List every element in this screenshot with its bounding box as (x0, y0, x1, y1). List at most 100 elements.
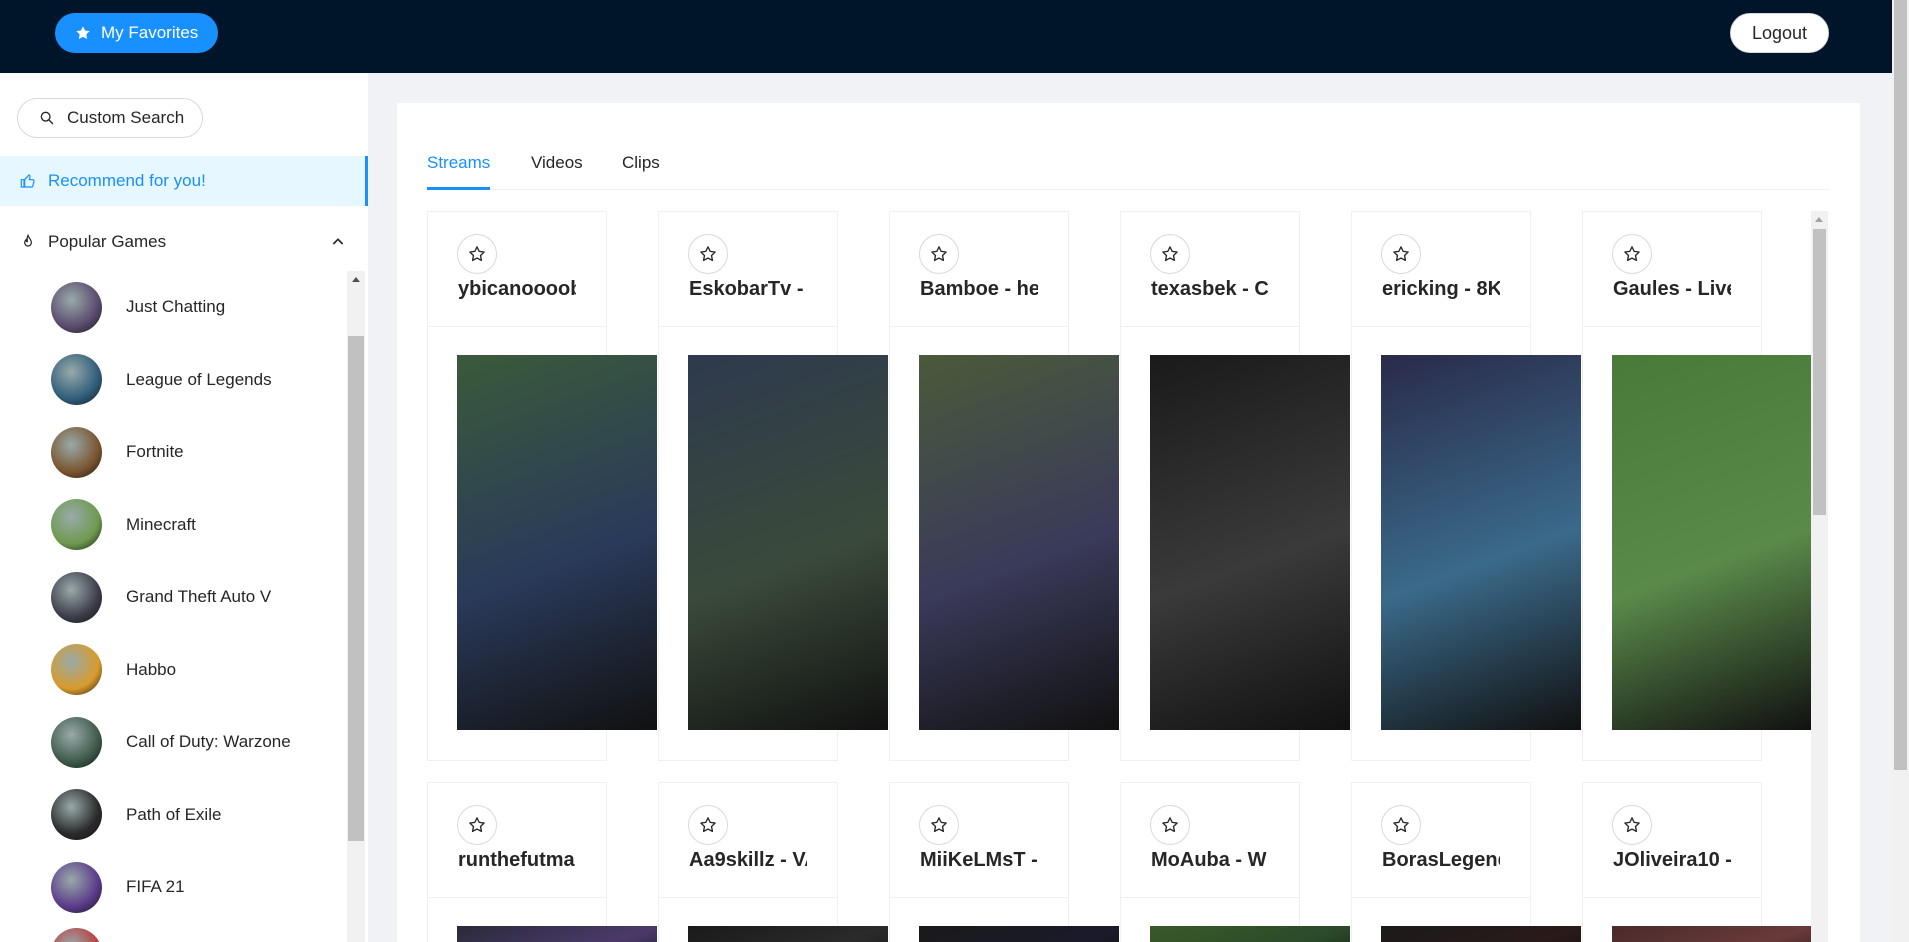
stream-card[interactable]: texasbek - Ch (1120, 211, 1350, 761)
game-item[interactable]: Just Chatting (0, 271, 346, 344)
recommend-label: Recommend for you! (48, 171, 206, 190)
stream-card[interactable]: runthefutmar (427, 782, 657, 942)
game-item[interactable]: FIFA 21 (0, 851, 346, 924)
favorite-toggle-button[interactable] (1381, 234, 1421, 274)
stream-card-header: MiiKeLMsT - (890, 783, 1068, 898)
stream-card-header: Aa9skillz - VA (659, 783, 837, 898)
menu-item-recommend[interactable]: Recommend for you! (0, 156, 368, 206)
favorite-toggle-button[interactable] (688, 805, 728, 845)
stream-title: EskobarTv - У (689, 278, 807, 300)
game-label: Just Chatting (126, 297, 226, 317)
favorite-toggle-button[interactable] (919, 805, 959, 845)
stream-card[interactable]: MiiKeLMsT - (889, 782, 1119, 942)
stream-title: runthefutmar (458, 849, 576, 871)
star-filled-icon (76, 26, 90, 40)
game-item[interactable]: Habbo (0, 634, 346, 707)
stream-card-header: Gaules - Live (1583, 212, 1761, 327)
favorite-toggle-button[interactable] (1150, 234, 1190, 274)
star-outline-icon (469, 817, 485, 833)
stream-card[interactable]: JOliveira10 - (1582, 782, 1812, 942)
search-icon (40, 111, 54, 125)
star-outline-icon (931, 246, 947, 262)
game-item[interactable]: League of Legends (0, 344, 346, 417)
stream-thumbnail[interactable] (1381, 926, 1581, 942)
logout-button[interactable]: Logout (1729, 13, 1829, 53)
stream-thumbnail[interactable] (457, 926, 657, 942)
scroll-up-arrow-icon[interactable] (1815, 217, 1823, 222)
active-tab-indicator (427, 187, 490, 190)
stream-title: ericking - 8K (1382, 278, 1500, 300)
game-label: Call of Duty: Warzone (126, 732, 291, 752)
game-item[interactable]: Call of Duty: Warzone (0, 706, 346, 779)
stream-card[interactable]: ybicanoooob (427, 211, 657, 761)
game-label: Grand Theft Auto V (126, 587, 272, 607)
custom-search-button[interactable]: Custom Search (17, 98, 203, 138)
stream-thumbnail[interactable] (919, 355, 1119, 730)
star-outline-icon (1393, 246, 1409, 262)
tab-videos[interactable]: Videos (531, 153, 583, 173)
scrollbar-thumb[interactable] (1894, 0, 1907, 770)
stream-thumbnail[interactable] (457, 355, 657, 730)
stream-title: JOliveira10 - (1613, 849, 1731, 871)
stream-card[interactable]: Gaules - Live (1582, 211, 1812, 761)
stream-title: BorasLegend (1382, 849, 1500, 871)
my-favorites-button[interactable]: My Favorites (55, 13, 219, 53)
star-outline-icon (1162, 817, 1178, 833)
game-item[interactable]: Fortnite (0, 416, 346, 489)
game-avatar (51, 426, 102, 478)
stream-thumbnail[interactable] (1150, 926, 1350, 942)
stream-card-header: MoAuba - W (1121, 783, 1299, 898)
stream-card-header: EskobarTv - У (659, 212, 837, 327)
stream-card[interactable]: MoAuba - W (1120, 782, 1350, 942)
tab-clips[interactable]: Clips (622, 153, 660, 173)
favorite-toggle-button[interactable] (1612, 234, 1652, 274)
stream-card[interactable]: EskobarTv - У (658, 211, 888, 761)
stream-card-header: Bamboe - he (890, 212, 1068, 327)
favorite-toggle-button[interactable] (919, 234, 959, 274)
stream-thumbnail[interactable] (688, 355, 888, 730)
stream-card[interactable]: BorasLegend (1351, 782, 1581, 942)
page-scrollbar[interactable] (1892, 0, 1909, 942)
star-outline-icon (469, 246, 485, 262)
thumbs-up-icon (20, 174, 35, 188)
stream-thumbnail[interactable] (1612, 926, 1812, 942)
top-header: My Favorites Logout (0, 0, 1909, 73)
game-label: League of Legends (126, 369, 272, 389)
chevron-up-icon[interactable] (330, 234, 346, 250)
scroll-up-arrow-icon[interactable] (352, 277, 360, 282)
favorite-toggle-button[interactable] (1381, 805, 1421, 845)
stream-title: ybicanoooob (458, 278, 576, 300)
content-tabs: Streams Videos Clips (427, 103, 1830, 190)
game-avatar (51, 789, 102, 841)
star-outline-icon (700, 817, 716, 833)
stream-card-header: ybicanoooob (428, 212, 606, 327)
game-label: Minecraft (126, 514, 196, 534)
popular-games-submenu[interactable]: Popular Games (0, 217, 368, 267)
scrollbar-thumb[interactable] (348, 336, 364, 841)
game-item[interactable]: Path of Exile (0, 779, 346, 852)
favorite-toggle-button[interactable] (688, 234, 728, 274)
sidebar-scrollbar[interactable] (347, 271, 365, 942)
streams-scrollbar[interactable] (1811, 211, 1828, 942)
stream-thumbnail[interactable] (1612, 355, 1812, 730)
favorite-toggle-button[interactable] (457, 805, 497, 845)
stream-thumbnail[interactable] (1381, 355, 1581, 730)
game-label: Fortnite (126, 442, 184, 462)
stream-thumbnail[interactable] (1150, 355, 1350, 730)
game-avatar (51, 499, 102, 551)
tab-streams[interactable]: Streams (427, 153, 490, 173)
favorite-toggle-button[interactable] (457, 234, 497, 274)
scrollbar-thumb[interactable] (1813, 229, 1826, 515)
stream-card[interactable]: Aa9skillz - VA (658, 782, 888, 942)
favorite-toggle-button[interactable] (1612, 805, 1652, 845)
game-item[interactable]: Minecraft (0, 489, 346, 562)
game-item[interactable] (0, 924, 346, 942)
stream-card[interactable]: Bamboe - he (889, 211, 1119, 761)
sidebar: Custom Search Recommend for you! Popular… (0, 73, 368, 942)
custom-search-label: Custom Search (67, 108, 185, 127)
stream-thumbnail[interactable] (919, 926, 1119, 942)
game-item[interactable]: Grand Theft Auto V (0, 561, 346, 634)
favorite-toggle-button[interactable] (1150, 805, 1190, 845)
stream-card[interactable]: ericking - 8K (1351, 211, 1581, 761)
stream-thumbnail[interactable] (688, 926, 888, 942)
